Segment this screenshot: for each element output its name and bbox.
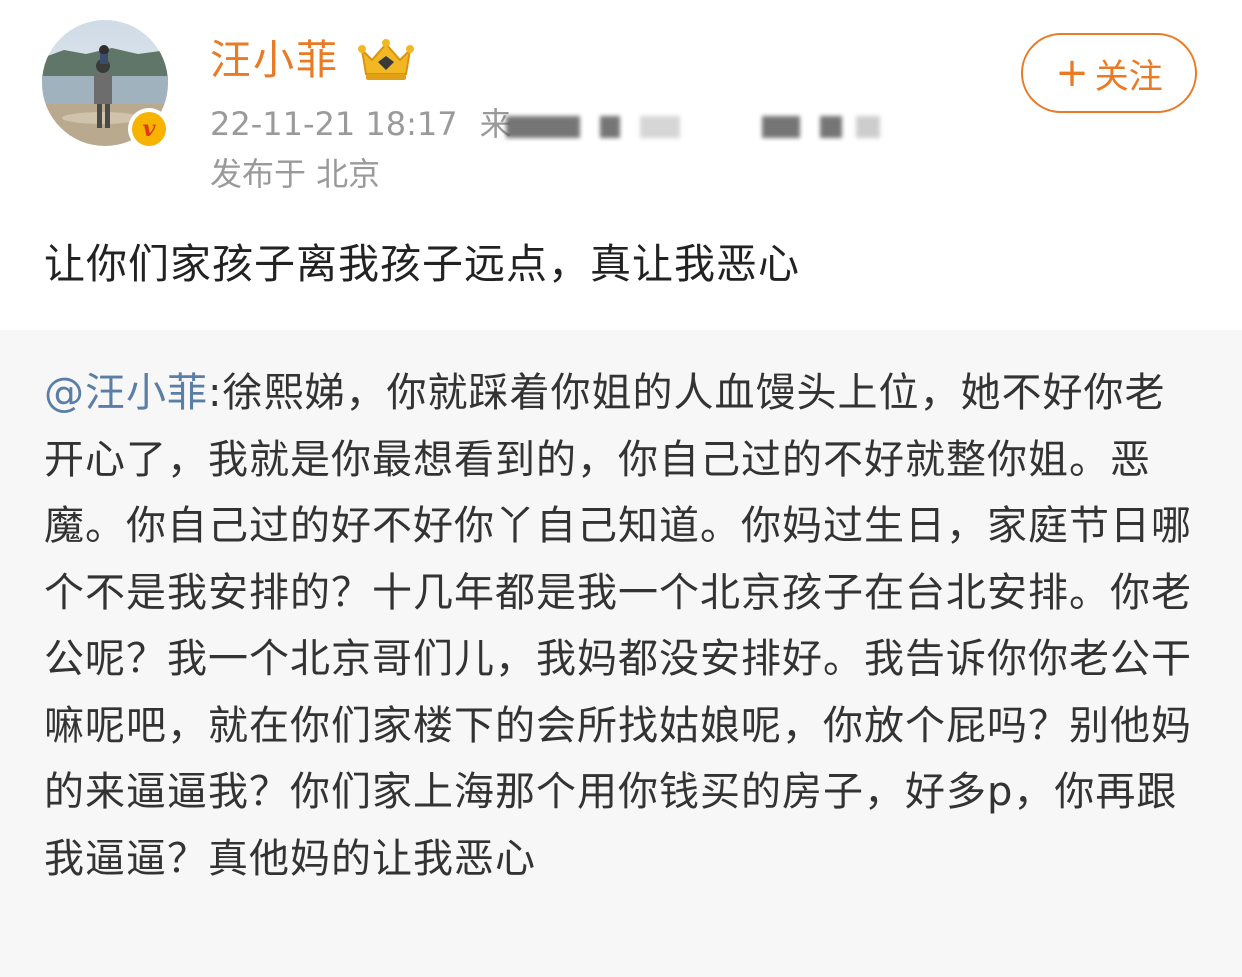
follow-label: 关注	[1094, 56, 1163, 97]
post-location: 发布于 北京	[210, 155, 381, 193]
post-timestamp: 22-11-21 18:17	[210, 105, 458, 143]
repost-text: :徐熙娣，你就踩着你姐的人血馒头上位，她不好你老开心了，我就是你最想看到的，你自…	[44, 370, 1192, 882]
mention-link[interactable]: @汪小菲	[44, 370, 208, 416]
post-body: 让你们家孩子离我孩子远点，真让我恶心	[44, 240, 800, 288]
follow-button[interactable]: + 关注	[1021, 33, 1197, 113]
post-meta: 22-11-21 18:17 来	[210, 102, 512, 146]
post-header: v 汪小菲 + 关注 22-11-21 18:17 来 发布于 北京 让你们家孩子…	[0, 0, 1242, 330]
vip-crown-icon	[358, 39, 414, 80]
repost-body: @汪小菲:徐熙娣，你就踩着你姐的人血馒头上位，她不好你老开心了，我就是你最想看到…	[44, 360, 1204, 892]
author-name[interactable]: 汪小菲	[210, 36, 339, 84]
repost-container[interactable]: @汪小菲:徐熙娣，你就踩着你姐的人血馒头上位，她不好你老开心了，我就是你最想看到…	[0, 330, 1242, 977]
verified-v-glyph: v	[132, 112, 166, 146]
verified-v-icon: v	[128, 108, 170, 150]
plus-icon: +	[1055, 50, 1089, 96]
